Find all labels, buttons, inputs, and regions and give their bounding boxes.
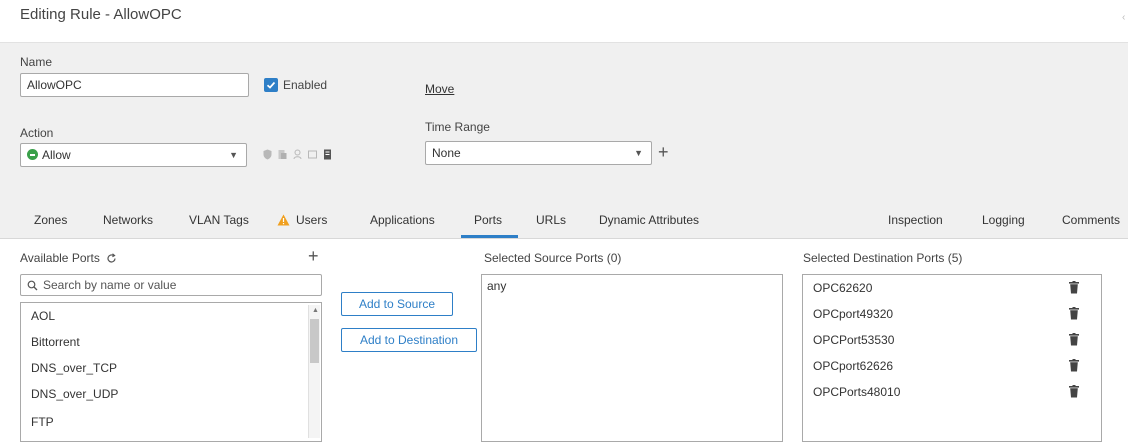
tab-networks[interactable]: Networks — [103, 213, 153, 227]
source-ports-header: Selected Source Ports (0) — [484, 251, 622, 265]
list-item: OPCPorts48010 — [813, 385, 901, 399]
trash-icon[interactable] — [1069, 359, 1079, 372]
time-range-value: None — [432, 146, 461, 160]
enabled-checkbox-group[interactable]: Enabled — [264, 78, 327, 92]
add-time-range-icon[interactable]: + — [658, 143, 669, 161]
move-link[interactable]: Move — [425, 82, 454, 96]
name-input[interactable]: AllowOPC — [20, 73, 249, 97]
time-range-label: Time Range — [425, 120, 490, 134]
available-ports-list: AOL Bittorrent DNS_over_TCP DNS_over_UDP… — [20, 302, 322, 442]
chevron-down-icon: ▼ — [634, 148, 643, 158]
page-title: Editing Rule - AllowOPC — [20, 6, 182, 23]
destination-ports-list: OPC62620 OPCport49320 OPCPort53530 OPCpo… — [802, 274, 1102, 442]
list-item[interactable]: Bittorrent — [31, 335, 80, 349]
user-log-icon[interactable] — [293, 149, 302, 160]
destination-ports-header: Selected Destination Ports (5) — [803, 251, 963, 265]
tab-urls[interactable]: URLs — [536, 213, 566, 227]
trash-icon[interactable] — [1069, 281, 1079, 294]
enabled-checkbox[interactable] — [264, 78, 278, 92]
action-select-value: Allow — [42, 148, 71, 162]
trash-icon[interactable] — [1069, 385, 1079, 398]
trash-icon[interactable] — [1069, 307, 1079, 320]
list-item[interactable]: FTP — [31, 415, 54, 429]
list-item[interactable]: AOL — [31, 309, 55, 323]
available-ports-header: Available Ports — [20, 251, 117, 265]
tab-dynamic-attributes[interactable]: Dynamic Attributes — [599, 213, 699, 227]
document-icon[interactable] — [278, 149, 287, 160]
list-item: OPCport62626 — [813, 359, 894, 373]
action-select[interactable]: Allow ▼ — [20, 143, 247, 167]
time-range-select[interactable]: None ▼ — [425, 141, 652, 165]
add-port-icon[interactable]: + — [308, 247, 319, 265]
action-label: Action — [20, 126, 54, 140]
chevron-down-icon: ▼ — [229, 150, 238, 160]
rule-tabs: Zones Networks VLAN Tags Users Applicati… — [0, 204, 1128, 238]
tab-vlan-tags[interactable]: VLAN Tags — [189, 213, 249, 227]
refresh-icon[interactable] — [106, 252, 117, 264]
tab-users-label: Users — [296, 213, 328, 227]
message-icon[interactable] — [308, 149, 317, 160]
allow-circle-icon — [27, 149, 38, 160]
scrollbar-track[interactable]: ▲ — [308, 305, 320, 438]
tab-logging[interactable]: Logging — [982, 213, 1025, 227]
list-item[interactable]: DNS_over_UDP — [31, 387, 118, 401]
scroll-up-icon[interactable]: ▲ — [312, 307, 319, 314]
list-item: any — [487, 279, 507, 293]
tab-users[interactable]: Users — [277, 213, 327, 227]
tab-applications[interactable]: Applications — [370, 213, 435, 227]
warning-icon — [277, 214, 290, 226]
shield-icon[interactable] — [263, 149, 272, 160]
action-option-icons — [263, 149, 332, 160]
tabs-divider — [0, 238, 1128, 239]
trash-icon[interactable] — [1069, 333, 1079, 346]
tab-zones[interactable]: Zones — [34, 213, 67, 227]
list-item: OPCPort53530 — [813, 333, 895, 347]
source-ports-list: any — [481, 274, 783, 442]
list-item[interactable]: DNS_over_TCP — [31, 361, 117, 375]
add-to-destination-button[interactable]: Add to Destination — [341, 328, 477, 352]
file-icon[interactable] — [323, 149, 332, 160]
tab-inspection[interactable]: Inspection — [888, 213, 943, 227]
list-item: OPCport49320 — [813, 307, 894, 321]
tab-comments[interactable]: Comments — [1062, 213, 1120, 227]
port-search-input[interactable]: Search by name or value — [20, 274, 322, 296]
available-ports-title: Available Ports — [20, 251, 100, 265]
name-label: Name — [20, 55, 53, 69]
enabled-label: Enabled — [283, 78, 328, 92]
add-to-source-button[interactable]: Add to Source — [341, 292, 453, 316]
search-placeholder: Search by name or value — [43, 278, 177, 292]
scrollbar-thumb[interactable] — [310, 319, 319, 363]
search-icon — [27, 280, 38, 290]
list-item: OPC62620 — [813, 281, 873, 295]
top-right-marker: ‹ — [1122, 12, 1126, 23]
tab-ports[interactable]: Ports — [474, 213, 502, 227]
